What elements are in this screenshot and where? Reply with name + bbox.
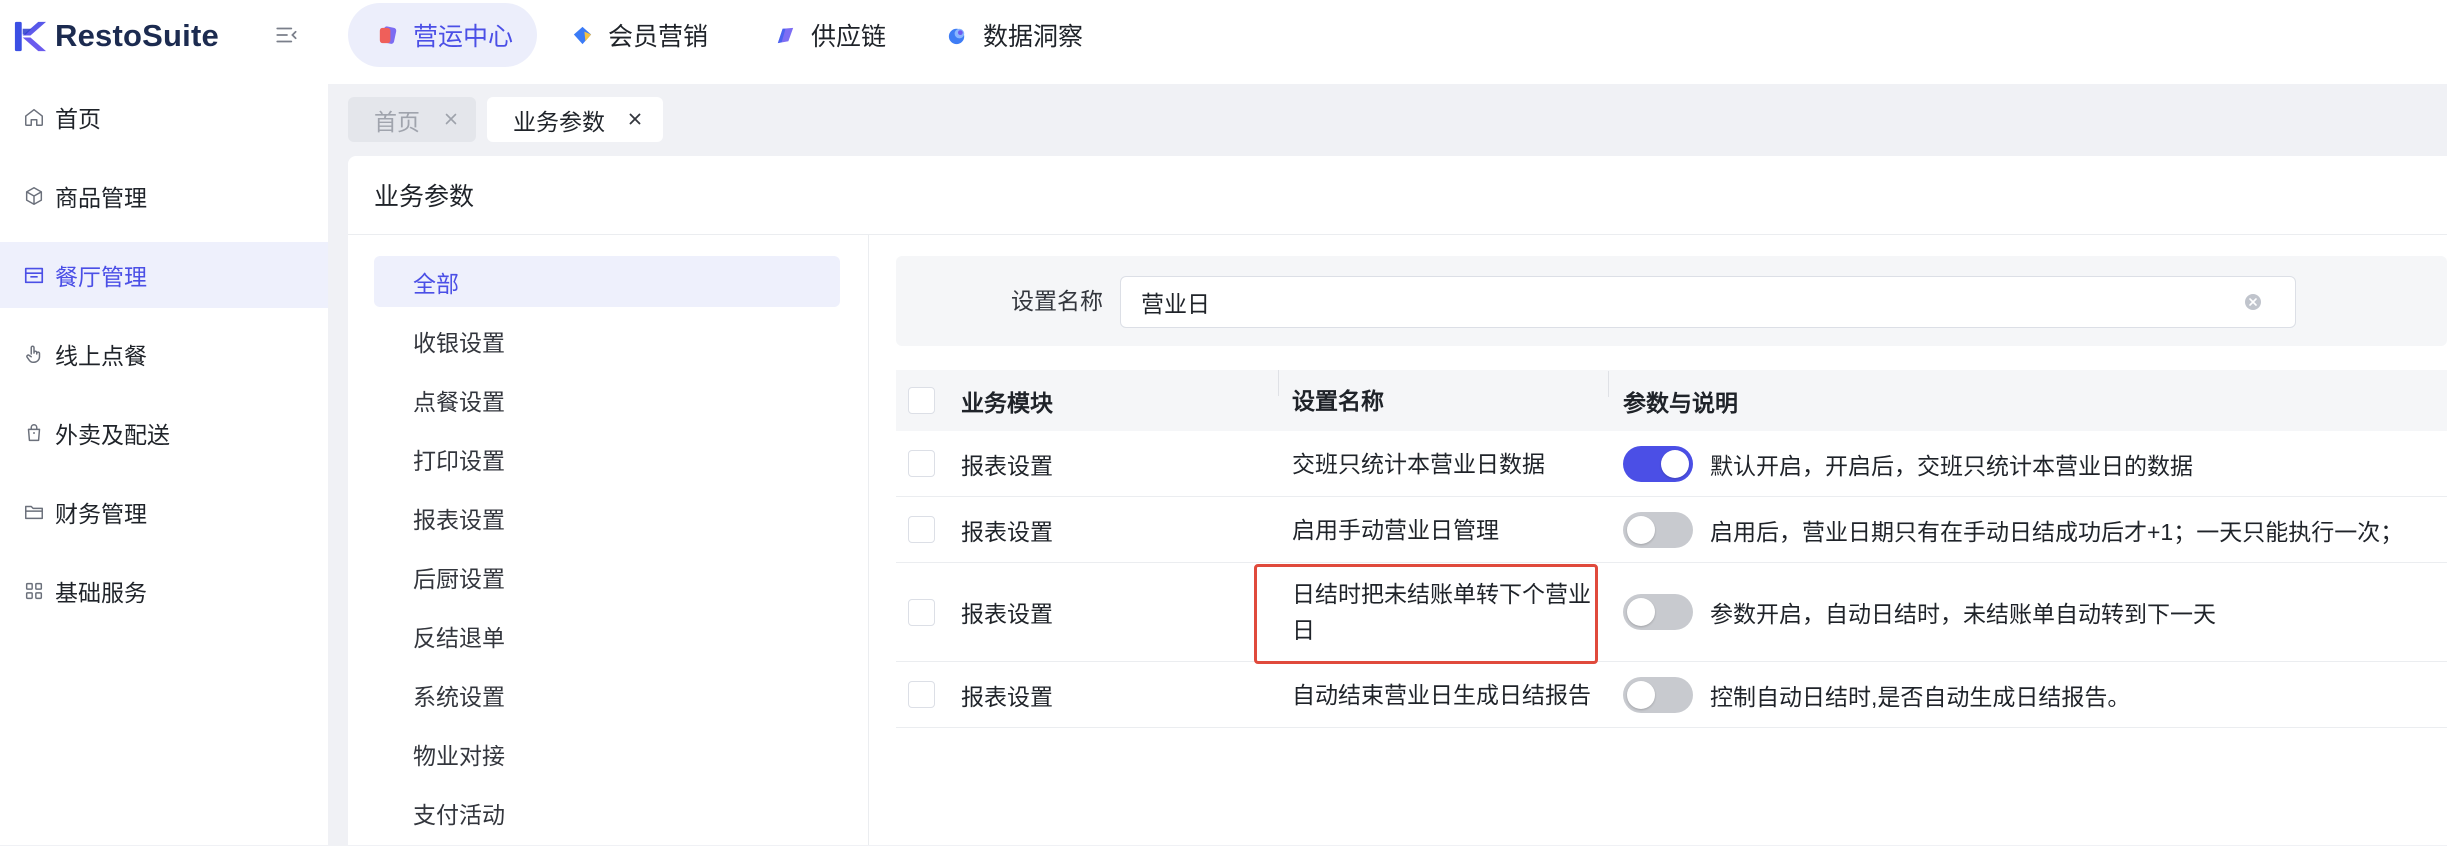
cell-description: 启用后，营业日期只有在手动日结成功后才+1；一天只能执行一次；	[1710, 518, 2404, 545]
operations-icon	[376, 24, 399, 47]
setting-toggle[interactable]	[1623, 594, 1693, 630]
page-title: 业务参数	[374, 183, 475, 211]
divider	[868, 234, 869, 845]
category-list: 全部 收银设置 点餐设置 打印设置 报表设置 后厨设置 反结退单 系统设置 物业…	[374, 256, 840, 846]
cell-description: 控制自动日结时,是否自动生成日结报告。	[1710, 683, 2131, 710]
cell-setting-name: 自动结束营业日生成日结报告	[1292, 681, 1591, 708]
category-item-cashier[interactable]: 收银设置	[374, 315, 840, 366]
sidebar-item-online-ordering[interactable]: 线上点餐	[0, 321, 328, 387]
sidebar-item-label: 餐厅管理	[55, 264, 147, 290]
sidebar-item-label: 线上点餐	[55, 343, 147, 369]
close-icon[interactable]	[627, 111, 643, 127]
logo-text: RestoSuite	[55, 18, 219, 53]
nav-tab-label: 数据洞察	[983, 23, 1084, 51]
select-all-checkbox[interactable]	[908, 387, 935, 414]
cell-module: 报表设置	[961, 452, 1053, 479]
row-checkbox[interactable]	[908, 450, 935, 477]
supply-chain-icon	[774, 24, 797, 47]
table-row: 报表设置 启用手动营业日管理 启用后，营业日期只有在手动日结成功后才+1；一天只…	[896, 497, 2447, 563]
cube-icon	[23, 185, 45, 207]
category-item-system[interactable]: 系统设置	[374, 669, 840, 720]
bag-icon	[23, 422, 45, 444]
sidebar-item-products[interactable]: 商品管理	[0, 163, 328, 229]
membership-icon	[571, 24, 594, 47]
store-icon	[23, 264, 45, 286]
cell-setting-name: 日结时把未结账单转下个营业日	[1292, 581, 1591, 643]
row-checkbox[interactable]	[908, 681, 935, 708]
grid-icon	[23, 580, 45, 602]
nav-tab-operations[interactable]: 营运中心	[348, 3, 537, 67]
cell-module: 报表设置	[961, 683, 1053, 710]
sidebar-item-basic-services[interactable]: 基础服务	[0, 558, 328, 624]
nav-tab-membership[interactable]: 会员营销	[571, 3, 708, 67]
sidebar: 首页 商品管理 餐厅管理 线上点餐 外卖及配送 财务管理 基础服务	[0, 84, 328, 845]
search-panel: 设置名称	[896, 256, 2447, 346]
clear-icon[interactable]	[2243, 292, 2263, 312]
category-item-payment[interactable]: 支付活动	[374, 787, 840, 838]
table-row: 报表设置 自动结束营业日生成日结报告 控制自动日结时,是否自动生成日结报告。	[896, 662, 2447, 728]
cell-setting-name: 交班只统计本营业日数据	[1292, 450, 1545, 477]
logo[interactable]: RestoSuite	[12, 16, 219, 56]
category-item-reports[interactable]: 报表设置	[374, 492, 840, 543]
cell-module: 报表设置	[961, 601, 1053, 627]
content-card: 业务参数 全部 收银设置 点餐设置 打印设置 报表设置 后厨设置 反结退单 系统…	[348, 156, 2447, 845]
sidebar-item-home[interactable]: 首页	[0, 84, 328, 150]
column-header-name[interactable]: 设置名称	[1278, 369, 1608, 419]
category-item-ordering[interactable]: 点餐设置	[374, 374, 840, 425]
table-row: 报表设置 日结时把未结账单转下个营业日 参数开启，自动日结时，未结账单自动转到下…	[896, 563, 2447, 662]
collapse-sidebar-icon[interactable]	[274, 22, 300, 48]
home-icon	[23, 106, 45, 128]
nav-tab-data-insight[interactable]: 数据洞察	[946, 3, 1083, 67]
data-insight-icon	[946, 24, 969, 47]
search-label: 设置名称	[1011, 288, 1103, 314]
page-tab-label: 业务参数	[513, 108, 605, 135]
cell-description: 默认开启，开启后，交班只统计本营业日的数据	[1710, 452, 2193, 479]
column-header-module[interactable]: 业务模块	[950, 384, 1278, 418]
sidebar-item-label: 外卖及配送	[55, 422, 170, 448]
sidebar-item-label: 商品管理	[55, 185, 147, 211]
settings-table: 业务模块 设置名称 参数与说明 报表设置 交班只统计本营业日数据 默认开启，开启…	[896, 369, 2447, 728]
column-header-description[interactable]: 参数与说明	[1608, 370, 2447, 418]
page-tab-business-params[interactable]: 业务参数	[487, 97, 663, 142]
page-tab-home[interactable]: 首页	[348, 97, 476, 142]
row-checkbox[interactable]	[908, 516, 935, 543]
cell-setting-name: 启用手动营业日管理	[1292, 516, 1499, 543]
page-tab-label: 首页	[374, 108, 420, 135]
sidebar-item-label: 财务管理	[55, 501, 147, 527]
category-item-kitchen[interactable]: 后厨设置	[374, 551, 840, 602]
setting-toggle[interactable]	[1623, 676, 1693, 713]
divider	[348, 234, 2447, 235]
sidebar-item-label: 首页	[55, 106, 101, 132]
table-row: 报表设置 交班只统计本营业日数据 默认开启，开启后，交班只统计本营业日的数据	[896, 431, 2447, 497]
nav-tab-supply-chain[interactable]: 供应链	[774, 3, 886, 67]
category-item-property[interactable]: 物业对接	[374, 728, 840, 779]
pointer-hand-icon	[23, 343, 45, 365]
sidebar-item-restaurant[interactable]: 餐厅管理	[0, 242, 328, 308]
top-header: RestoSuite 营运中心 会员营销 供应链 数据洞察	[0, 0, 2447, 84]
row-checkbox[interactable]	[908, 598, 935, 626]
table-header: 业务模块 设置名称 参数与说明	[896, 369, 2447, 431]
cell-description: 参数开启，自动日结时，未结账单自动转到下一天	[1710, 601, 2216, 627]
category-item-refund[interactable]: 反结退单	[374, 610, 840, 661]
close-icon[interactable]	[443, 111, 459, 127]
category-item-all[interactable]: 全部	[374, 256, 840, 307]
nav-tab-label: 营运中心	[413, 23, 514, 51]
sidebar-item-finance[interactable]: 财务管理	[0, 479, 328, 545]
setting-name-search-input[interactable]	[1120, 276, 2296, 328]
setting-toggle[interactable]	[1623, 445, 1693, 482]
folder-icon	[23, 501, 45, 523]
cell-module: 报表设置	[961, 518, 1053, 545]
nav-tab-label: 会员营销	[608, 23, 709, 51]
setting-toggle[interactable]	[1623, 511, 1693, 548]
nav-tab-label: 供应链	[811, 23, 887, 51]
sidebar-item-label: 基础服务	[55, 580, 147, 606]
category-item-printing[interactable]: 打印设置	[374, 433, 840, 484]
restosuite-logo-icon	[14, 21, 47, 51]
sidebar-item-delivery[interactable]: 外卖及配送	[0, 400, 328, 466]
